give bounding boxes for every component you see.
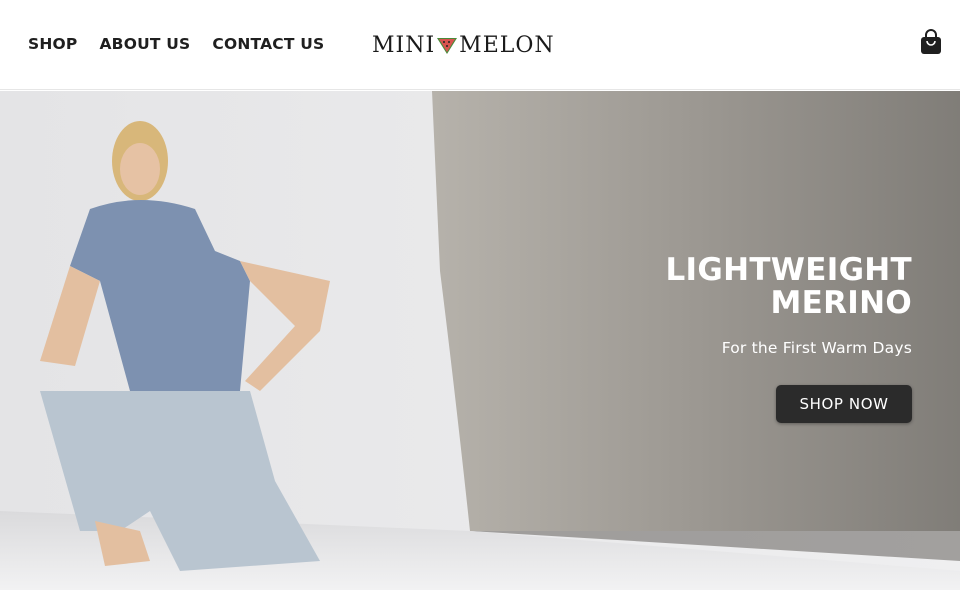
- shopping-bag-icon[interactable]: [919, 29, 943, 55]
- brand-logo[interactable]: MINI MELON: [372, 30, 555, 60]
- hero-title: LIGHTWEIGHT MERINO: [665, 252, 912, 321]
- main-nav: SHOP ABOUT US CONTACT US: [28, 34, 346, 54]
- hero-banner: LIGHTWEIGHT MERINO For the First Warm Da…: [0, 91, 960, 590]
- nav-about-us[interactable]: ABOUT US: [99, 34, 190, 54]
- nav-shop[interactable]: SHOP: [28, 34, 77, 54]
- logo-text-right: MELON: [459, 32, 555, 58]
- site-header: SHOP ABOUT US CONTACT US MINI MELON: [0, 0, 960, 90]
- hero-text-block: LIGHTWEIGHT MERINO For the First Warm Da…: [612, 252, 912, 358]
- logo-text-left: MINI: [372, 32, 436, 58]
- watermelon-icon: [436, 33, 458, 57]
- shop-now-button[interactable]: SHOP NOW: [776, 385, 912, 423]
- hero-subtitle: For the First Warm Days: [721, 339, 912, 357]
- nav-contact-us[interactable]: CONTACT US: [212, 34, 324, 54]
